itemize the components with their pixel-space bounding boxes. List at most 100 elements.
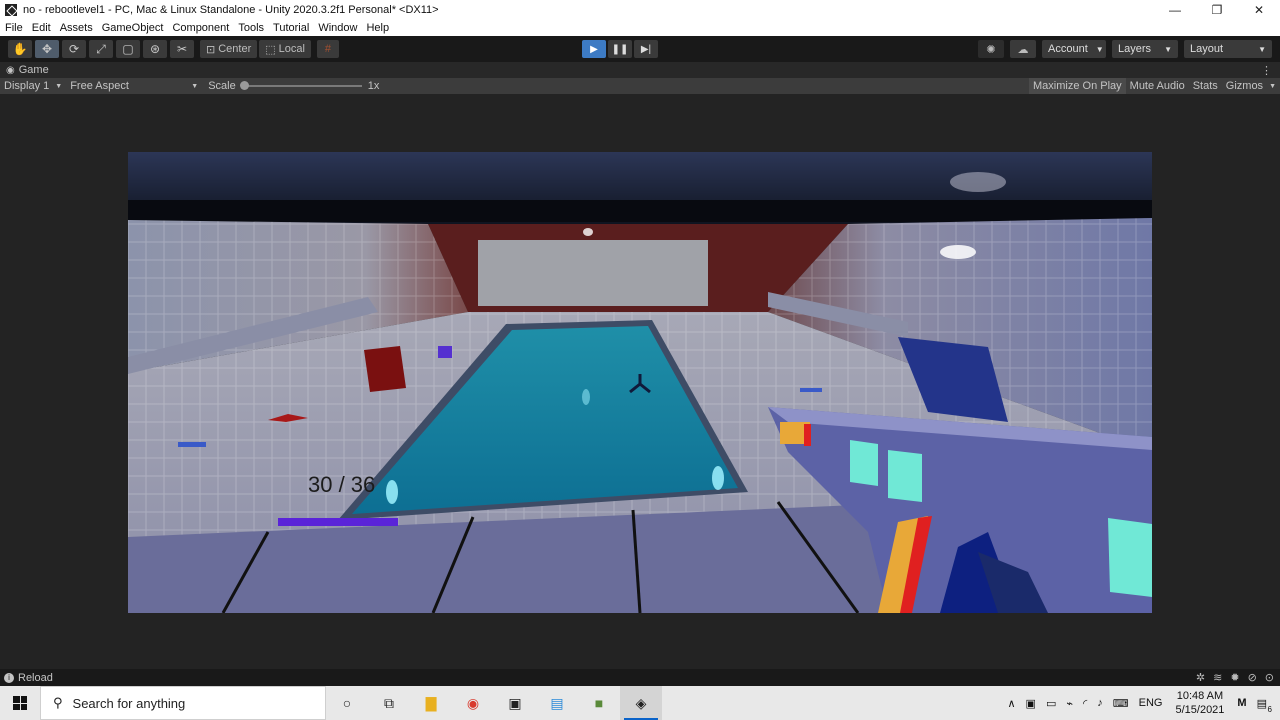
photos-icon[interactable]: ▤ — [536, 686, 578, 720]
game-viewport[interactable]: 30 / 36 — [128, 152, 1152, 613]
rotate-icon[interactable]: ⟳ — [62, 40, 86, 58]
cloud-icon[interactable]: ☁ — [1010, 40, 1036, 58]
game-scene — [128, 152, 1152, 613]
aspect-dropdown[interactable]: Free Aspect ▼ — [66, 78, 202, 94]
chevron-up-icon[interactable]: ∧ — [1002, 697, 1020, 710]
restore-button[interactable]: ❐ — [1196, 0, 1238, 20]
chrome-icon[interactable]: ◉ — [452, 686, 494, 720]
space-label: Local — [278, 43, 305, 55]
play-controls: ▶ ❚❚ ▶| — [582, 40, 658, 58]
cortana-icon[interactable]: ○ — [326, 686, 368, 720]
clock[interactable]: 10:48 AM 5/15/2021 — [1167, 689, 1232, 717]
tray-app-icon[interactable]: ▣ — [1021, 697, 1041, 710]
more-options-icon[interactable]: ⋮ — [1261, 64, 1272, 77]
hand-icon[interactable]: ✋ — [8, 40, 32, 58]
info-icon: i — [4, 672, 14, 683]
game-tab-header: ◉ Game ⋮ — [0, 62, 1280, 78]
play-button[interactable]: ▶ — [582, 40, 606, 58]
minimize-button[interactable]: — — [1154, 0, 1196, 20]
task-view-icon[interactable]: ⧉ — [368, 686, 410, 720]
maximize-on-play-toggle[interactable]: Maximize On Play — [1029, 78, 1126, 94]
check-icon[interactable]: ⊙ — [1265, 671, 1274, 684]
scale-slider[interactable] — [239, 81, 362, 90]
meet-app-icon[interactable]: M — [1232, 697, 1251, 709]
status-bar: i Reload ✲ ≋ ✹ ⊘ ⊙ — [0, 669, 1280, 686]
stats-toggle[interactable]: Stats — [1189, 78, 1222, 94]
menu-gameobject[interactable]: GameObject — [97, 22, 168, 34]
clock-time: 10:48 AM — [1176, 690, 1224, 702]
search-placeholder: Search for anything — [72, 695, 186, 711]
collab-icon[interactable]: ✺ — [978, 40, 1004, 58]
scale-value: 1x — [367, 80, 380, 92]
windows-logo-icon — [13, 696, 27, 710]
layers-dropdown[interactable]: Layers ▼ — [1112, 40, 1178, 58]
wifi-icon[interactable]: ◜ — [1078, 697, 1092, 710]
game-view: 30 / 36 — [0, 94, 1280, 669]
bug-icon[interactable]: ✲ — [1196, 671, 1205, 684]
close-button[interactable]: ✕ — [1238, 0, 1280, 20]
layers-label: Layers — [1118, 43, 1152, 55]
scale-slider-thumb[interactable] — [239, 81, 249, 90]
scale-icon[interactable]: ⤢ — [89, 40, 113, 58]
menu-window[interactable]: Window — [313, 22, 361, 34]
volume-icon[interactable]: ♪ — [1092, 697, 1108, 709]
gizmos-toggle[interactable]: Gizmos ▼ — [1222, 78, 1280, 94]
unity-taskbar-icon[interactable]: ◈ — [620, 686, 662, 720]
pivot-icon: ⊡ — [206, 43, 216, 56]
system-tray: ∧ ▣ ▭ ⌁ ◜ ♪ ⌨ ENG 10:48 AM 5/15/2021 M ▤… — [1002, 686, 1280, 720]
start-button[interactable] — [0, 686, 40, 720]
pivot-center-button[interactable]: ⊡ Center — [200, 40, 258, 58]
layout-label: Layout — [1190, 43, 1224, 55]
file-explorer-icon[interactable]: ▇ — [410, 686, 452, 720]
keyboard-icon[interactable]: ⌨ — [1108, 697, 1134, 710]
display-dropdown[interactable]: Display 1 ▼ — [0, 78, 66, 94]
game-view-toggles: Maximize On Play Mute Audio Stats Gizmos… — [1029, 78, 1280, 94]
account-dropdown[interactable]: Account ▼ — [1042, 40, 1106, 58]
menu-component[interactable]: Component — [167, 22, 233, 34]
menu-file[interactable]: File — [0, 22, 27, 34]
minecraft-icon[interactable]: ■ — [578, 686, 620, 720]
menu-tools[interactable]: Tools — [233, 22, 268, 34]
chevron-down-icon: ▼ — [1258, 44, 1266, 54]
main-toolbar: ✋ ✥ ⟳ ⤢ ▢ ⊛ ✂ ⊡ Center ⬚ Local # ▶ ❚❚ ▶|… — [0, 36, 1280, 62]
language-indicator[interactable]: ENG — [1134, 697, 1168, 709]
usb-icon[interactable]: ⌁ — [1061, 697, 1078, 710]
account-label: Account — [1048, 43, 1088, 55]
unity-app-icon — [5, 4, 17, 16]
ammo-counter: 30 / 36 — [308, 472, 376, 497]
taskbar-search[interactable]: ⚲ Search for anything — [40, 686, 326, 720]
tab-game[interactable]: Game — [19, 64, 49, 76]
notifications-icon[interactable]: ▤ 6 — [1252, 697, 1272, 714]
aspect-label: Free Aspect — [70, 80, 129, 92]
local-space-icon: ⬚ — [265, 43, 276, 56]
progress-icon[interactable]: ≋ — [1213, 671, 1222, 684]
step-button[interactable]: ▶| — [634, 40, 658, 58]
chevron-down-icon: ▼ — [1095, 44, 1104, 54]
store-icon[interactable]: ▣ — [494, 686, 536, 720]
cache-icon[interactable]: ⊘ — [1248, 671, 1257, 684]
custom-tool-icon[interactable]: ✂ — [170, 40, 194, 58]
space-local-button[interactable]: ⬚ Local — [259, 40, 311, 58]
toolbar-right: ✺ ☁ Account ▼ Layers ▼ Layout ▼ — [978, 40, 1272, 58]
search-icon: ⚲ — [53, 695, 63, 710]
chevron-down-icon: ▼ — [1269, 82, 1276, 90]
move-icon[interactable]: ✥ — [35, 40, 59, 58]
grid-snap-icon[interactable]: # — [316, 40, 339, 58]
game-view-icon: ◉ — [6, 64, 15, 76]
display-label: Display 1 — [4, 80, 50, 92]
transform-icon[interactable]: ⊛ — [143, 40, 167, 58]
clock-date: 5/15/2021 — [1175, 704, 1225, 716]
menu-help[interactable]: Help — [361, 22, 393, 34]
menu-edit[interactable]: Edit — [27, 22, 55, 34]
rect-icon[interactable]: ▢ — [116, 40, 140, 58]
pause-button[interactable]: ❚❚ — [608, 40, 632, 58]
menu-tutorial[interactable]: Tutorial — [268, 22, 313, 34]
lighting-icon[interactable]: ✹ — [1230, 671, 1239, 684]
chevron-down-icon: ▼ — [191, 82, 199, 90]
mute-audio-toggle[interactable]: Mute Audio — [1126, 78, 1189, 94]
layout-dropdown[interactable]: Layout ▼ — [1184, 40, 1272, 58]
battery-icon[interactable]: ▭ — [1041, 697, 1061, 710]
menu-assets[interactable]: Assets — [55, 22, 97, 34]
status-message[interactable]: Reload — [18, 672, 53, 684]
game-controls-bar: Display 1 ▼ Free Aspect ▼ Scale 1x Maximiz… — [0, 78, 1280, 94]
